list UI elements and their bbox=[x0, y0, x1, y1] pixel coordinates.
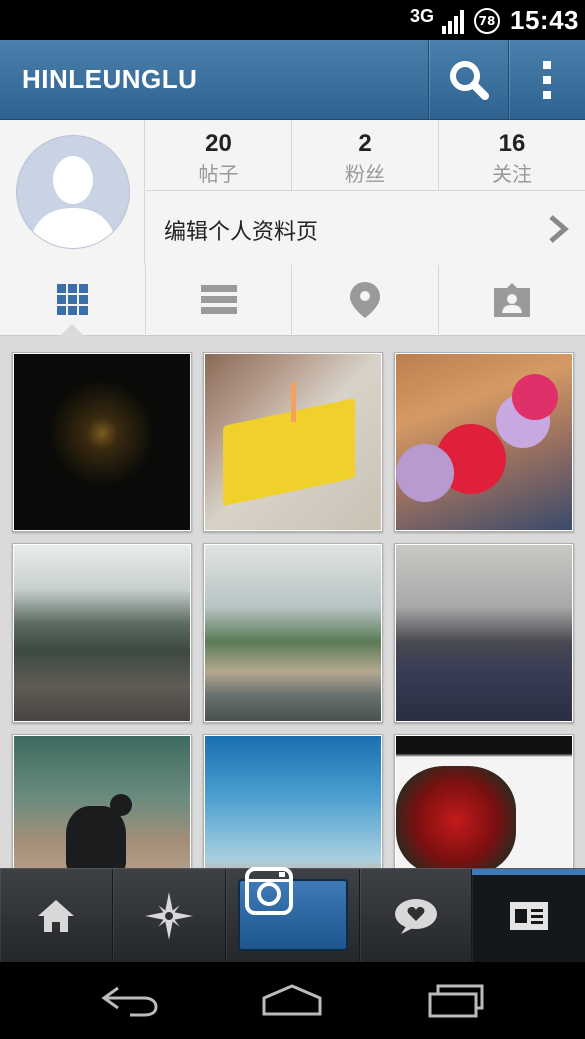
photo-thumbnail[interactable] bbox=[12, 734, 192, 868]
default-avatar-icon bbox=[29, 156, 117, 248]
battery-icon: 78 bbox=[474, 8, 500, 34]
photo-blue-sky-sunset bbox=[205, 736, 381, 868]
edit-profile-label: 编辑个人资料页 bbox=[164, 220, 319, 245]
following-label: 关注 bbox=[492, 162, 532, 186]
following-stat[interactable]: 16 关注 bbox=[439, 120, 585, 191]
more-options-button[interactable] bbox=[508, 40, 585, 119]
tab-list[interactable] bbox=[146, 265, 292, 334]
tagged-photo-icon bbox=[494, 282, 530, 317]
tab-tagged[interactable] bbox=[439, 265, 585, 334]
edit-profile-button[interactable]: 编辑个人资料页 bbox=[146, 192, 585, 265]
tab-camera[interactable] bbox=[226, 867, 360, 962]
photo-thumbnail[interactable] bbox=[394, 543, 574, 723]
photo-thumbnail[interactable] bbox=[12, 543, 192, 723]
avatar-cell bbox=[0, 120, 145, 265]
bottom-tab-bar bbox=[0, 867, 585, 962]
recent-apps-icon[interactable] bbox=[426, 982, 486, 1018]
photo-birthday-cake bbox=[205, 354, 381, 530]
posts-stat[interactable]: 20 帖子 bbox=[146, 120, 292, 191]
photo-red-blossom-tree bbox=[396, 736, 572, 868]
tab-activity[interactable] bbox=[360, 869, 472, 962]
followers-label: 粉丝 bbox=[345, 162, 385, 186]
tab-home[interactable] bbox=[0, 869, 113, 962]
photo-thumbnail[interactable] bbox=[203, 352, 383, 532]
username-title: HINLEUNGLU bbox=[22, 64, 198, 94]
back-icon[interactable] bbox=[100, 982, 160, 1018]
photo-thumbnail[interactable] bbox=[394, 352, 574, 532]
overflow-menu-icon bbox=[543, 61, 551, 99]
profile-icon bbox=[509, 901, 548, 930]
clock: 15:43 bbox=[510, 5, 579, 35]
signal-icon bbox=[442, 10, 464, 34]
list-icon bbox=[200, 284, 237, 314]
followers-stat[interactable]: 2 粉丝 bbox=[292, 120, 439, 191]
status-bar: 3G 78 15:43 bbox=[0, 0, 585, 40]
explore-icon bbox=[145, 891, 193, 940]
chevron-right-icon bbox=[549, 215, 569, 243]
photo-thumbnail[interactable] bbox=[12, 352, 192, 532]
profile-header: 20 帖子 2 粉丝 16 关注 编辑个人资料页 bbox=[0, 120, 585, 266]
network-type: 3G bbox=[410, 6, 435, 26]
photo-thumbnail[interactable] bbox=[203, 543, 383, 723]
photo-river-bank-mountains bbox=[205, 545, 381, 721]
camera-icon bbox=[245, 867, 293, 915]
search-icon bbox=[450, 61, 489, 100]
home-icon bbox=[38, 899, 74, 932]
camera-button[interactable] bbox=[238, 867, 348, 951]
photo-thumbnail[interactable] bbox=[203, 734, 383, 868]
posts-label: 帖子 bbox=[198, 162, 239, 186]
photo-flowers bbox=[396, 354, 572, 530]
activity-icon bbox=[394, 898, 437, 934]
tab-map[interactable] bbox=[292, 265, 439, 334]
photo-thumbnail[interactable] bbox=[394, 734, 574, 868]
photo-night-river-lights bbox=[14, 354, 190, 530]
app-header: HINLEUNGLU bbox=[0, 40, 585, 120]
grid-icon bbox=[56, 283, 88, 315]
tab-explore[interactable] bbox=[113, 869, 226, 962]
posts-count: 20 bbox=[205, 130, 232, 157]
system-nav-bar bbox=[0, 962, 585, 1039]
followers-count: 2 bbox=[358, 130, 372, 157]
home-nav-icon[interactable] bbox=[262, 982, 322, 1018]
location-pin-icon bbox=[350, 281, 380, 318]
view-tabs bbox=[0, 265, 585, 336]
following-count: 16 bbox=[498, 130, 526, 157]
photo-grid bbox=[0, 336, 585, 868]
photo-cormorant-on-rocks bbox=[14, 736, 190, 868]
search-button[interactable] bbox=[428, 40, 508, 119]
avatar[interactable] bbox=[16, 135, 130, 249]
active-tab-pointer bbox=[60, 324, 84, 336]
tab-profile[interactable] bbox=[472, 869, 585, 962]
photo-misty-river-dusk bbox=[396, 545, 572, 721]
photo-karst-mountains-boats bbox=[14, 545, 190, 721]
active-tab-indicator bbox=[472, 869, 585, 875]
